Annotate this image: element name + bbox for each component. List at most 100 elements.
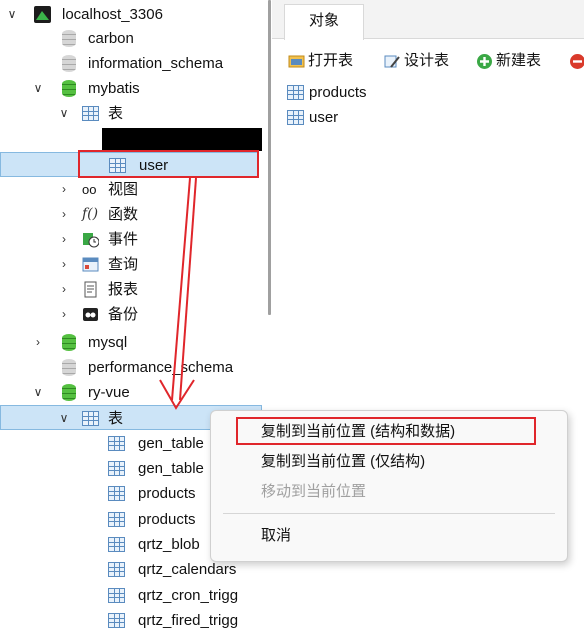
annotation-highlight-user [78,150,259,178]
object-item[interactable]: user [287,105,338,130]
tree-label: mysql [88,334,128,351]
table-icon [108,613,125,628]
tree-label: qrtz_blob [138,536,200,553]
table-icon [108,512,125,527]
annotation-highlight-menu-item [236,417,536,445]
database-icon [62,55,76,72]
open-table-button[interactable]: 打开表 [288,50,353,72]
table-icon [108,436,125,451]
object-label: products [309,84,367,101]
tree-label: products [138,511,196,528]
delete-icon [569,53,584,70]
tree-label: information_schema [88,55,224,72]
tab-bar: 对象 [272,0,584,40]
tree-label: 视图 [108,181,139,198]
menu-separator [223,513,555,514]
chevron-down-icon[interactable]: ∨ [58,406,70,431]
chevron-down-icon[interactable]: ∨ [32,76,44,101]
tree-label: gen_table [138,460,204,477]
database-icon [62,359,76,376]
glasses-icon: oo [82,182,97,197]
design-table-icon [384,53,401,70]
tree-db-mysql[interactable]: › mysql [0,330,262,355]
connection-icon [34,6,51,23]
menu-copy-structure-only[interactable]: 复制到当前位置 (仅结构) [261,449,425,475]
tree-label: gen_table [138,435,204,452]
tab-objects[interactable]: 对象 [284,4,364,40]
chevron-right-icon[interactable]: › [58,252,70,277]
objects-toolbar: 打开表 设计表 新建表 [272,46,584,76]
chevron-right-icon[interactable]: › [58,277,70,302]
new-table-icon [476,53,493,70]
database-icon [62,384,76,401]
tree-label: products [138,485,196,502]
report-icon [82,281,99,298]
object-item[interactable]: products [287,80,367,105]
tree-label: 表 [108,105,124,122]
new-table-label: 新建表 [496,52,542,69]
table-icon [82,411,99,426]
database-icon [62,334,76,351]
chevron-right-icon[interactable]: › [58,177,70,202]
tree-views[interactable]: › oo 视图 [0,177,262,202]
tree-label: qrtz_cron_trigg [138,587,239,604]
design-table-label: 设计表 [404,52,450,69]
tree-label: mybatis [88,80,140,97]
tree-queries[interactable]: › 查询 [0,252,262,277]
chevron-right-icon[interactable]: › [32,330,44,355]
open-table-icon [288,53,305,70]
tree-label: 备份 [108,306,139,323]
tree-label: 报表 [108,281,139,298]
tree-label: 表 [108,410,124,427]
table-icon [287,110,304,125]
redaction-bar [102,128,262,151]
tree-label: localhost_3306 [62,6,163,23]
tree-db-mybatis[interactable]: ∨ mybatis [0,76,262,101]
table-icon [108,486,125,501]
tree-table-row[interactable]: qrtz_fired_trigg [0,608,262,631]
object-label: user [309,109,339,126]
tree-db-information-schema[interactable]: information_schema [0,51,262,76]
tree-functions[interactable]: › f() 函数 [0,202,262,227]
database-icon [62,80,76,97]
table-icon [82,106,99,121]
chevron-down-icon[interactable]: ∨ [58,101,70,126]
tree-label: performance_schema [88,359,234,376]
chevron-down-icon[interactable]: ∨ [6,2,18,27]
new-table-button[interactable]: 新建表 [476,50,541,72]
tree-table-row[interactable]: qrtz_cron_trigg [0,583,262,608]
event-clock-icon [82,231,100,248]
tree-label: 查询 [108,256,139,273]
table-icon [108,562,125,577]
panel-scrollbar[interactable] [268,0,271,315]
tree-db-ry-vue[interactable]: ∨ ry-vue [0,380,262,405]
tree-db-carbon[interactable]: carbon [0,26,262,51]
tree-connection-localhost[interactable]: ∨ localhost_3306 [0,2,262,27]
backup-icon [82,306,99,323]
chevron-right-icon[interactable]: › [58,302,70,327]
tree-backups[interactable]: › 备份 [0,302,262,327]
tree-db-performance-schema[interactable]: performance_schema [0,355,262,380]
tree-label: carbon [88,30,134,47]
database-icon [62,30,76,47]
table-icon [108,537,125,552]
tree-label: 函数 [108,206,139,223]
design-table-button[interactable]: 设计表 [384,50,449,72]
open-table-label: 打开表 [308,52,354,69]
chevron-right-icon[interactable]: › [58,227,70,252]
tree-label: qrtz_fired_trigg [138,612,239,629]
table-icon [108,461,125,476]
menu-move-here: 移动到当前位置 [261,483,367,500]
table-icon [108,588,125,603]
tree-label: 事件 [108,231,139,248]
tree-label: ry-vue [88,384,130,401]
query-icon [82,256,99,273]
function-icon: f() [82,206,99,222]
chevron-down-icon[interactable]: ∨ [32,380,44,405]
tree-mybatis-tables[interactable]: ∨ 表 [0,101,262,126]
table-icon [287,85,304,100]
menu-cancel[interactable]: 取消 [261,523,291,549]
tree-events[interactable]: › 事件 [0,227,262,252]
tree-reports[interactable]: › 报表 [0,277,262,302]
chevron-right-icon[interactable]: › [58,202,70,227]
